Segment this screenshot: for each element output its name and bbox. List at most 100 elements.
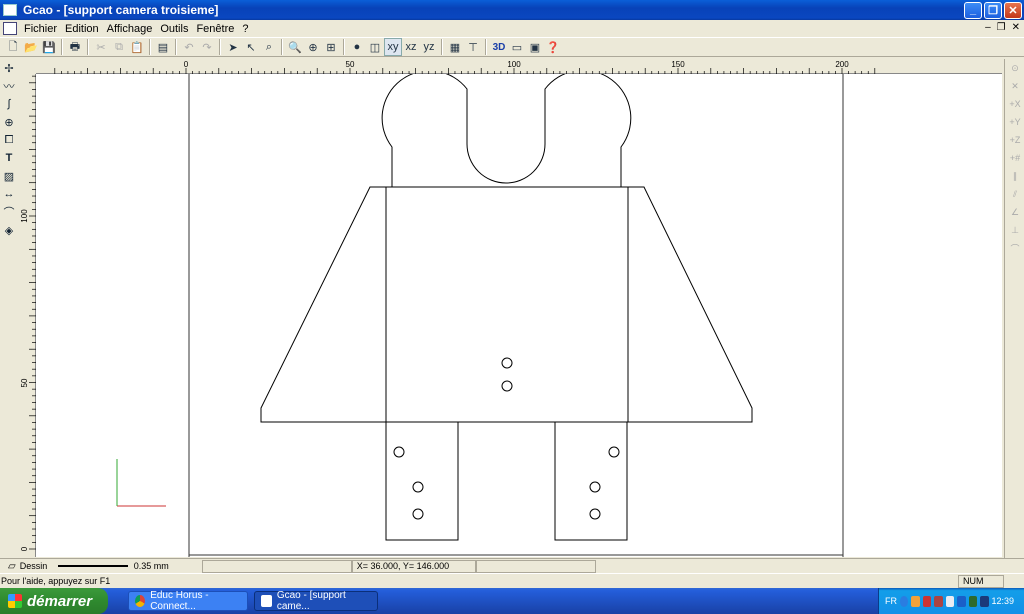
top-lobe-outline[interactable] (381, 69, 632, 187)
select-node-icon[interactable]: ↖ (242, 38, 260, 56)
view-yz-icon[interactable]: yz (420, 38, 438, 56)
speaker-icon[interactable] (968, 595, 978, 607)
vertical-ruler: 100 50 0 (18, 74, 36, 557)
hole-circle[interactable] (412, 481, 424, 493)
layer-name[interactable]: Dessin (20, 561, 52, 571)
fillet-tool-icon[interactable]: ⌒ (0, 203, 18, 221)
menu-fenetre[interactable]: Fenêtre (192, 23, 238, 35)
minimize-button[interactable]: _ (964, 1, 982, 19)
drawing-canvas[interactable] (36, 69, 1002, 557)
right-leg-rect[interactable] (554, 421, 628, 541)
offset-icon[interactable]: ⫽ (1005, 185, 1024, 203)
task-educ-horus[interactable]: Educ Horus - Connect... (128, 590, 248, 612)
language-indicator[interactable]: FR (885, 596, 897, 606)
cut-icon[interactable]: ✂ (92, 38, 110, 56)
polyline-tool-icon[interactable]: 〰 (0, 77, 18, 95)
monitor-icon[interactable] (980, 595, 989, 607)
hatch-tool-icon[interactable]: ▨ (0, 167, 18, 185)
zoom-fit-icon[interactable]: ⊞ (322, 38, 340, 56)
wireframe-cube-icon[interactable]: ◫ (366, 38, 384, 56)
snap-point-icon[interactable]: ⊙ (1005, 59, 1024, 77)
antivirus-icon[interactable] (922, 595, 932, 607)
hole-circle[interactable] (393, 446, 405, 458)
copy-icon[interactable]: ⧉ (110, 38, 128, 56)
menu-outils[interactable]: Outils (156, 23, 192, 35)
trapezoid-outline[interactable] (260, 186, 753, 423)
mode-3d-button[interactable]: 3D (490, 38, 508, 56)
start-button[interactable]: démarrer (0, 588, 108, 614)
view-3d-icon[interactable]: ▣ (526, 38, 544, 56)
view-xz-icon[interactable]: xz (402, 38, 420, 56)
network-icon[interactable] (945, 595, 955, 607)
toolbar-separator (175, 39, 177, 55)
properties-icon[interactable]: ▤ (154, 38, 172, 56)
move-z-icon[interactable]: +Z (1005, 131, 1024, 149)
close-button[interactable]: ✕ (1004, 1, 1022, 19)
open-folder-icon[interactable]: 📂 (22, 38, 40, 56)
grid-icon[interactable]: ▦ (446, 38, 464, 56)
hole-circle[interactable] (608, 446, 620, 458)
dimension-tool-icon[interactable]: ↔ (0, 185, 18, 203)
snap-intersect-icon[interactable]: ✕ (1005, 77, 1024, 95)
eraser-tool-icon[interactable]: ◈ (0, 221, 18, 239)
undo-icon[interactable]: ↶ (180, 38, 198, 56)
menu-edition[interactable]: Edition (61, 23, 103, 35)
camera-support-part[interactable] (260, 69, 753, 541)
save-icon[interactable]: 💾 (40, 38, 58, 56)
security-icon[interactable] (934, 595, 943, 607)
menu-help[interactable]: ? (238, 23, 252, 35)
parallel-icon[interactable]: ∥ (1005, 167, 1024, 185)
horizontal-ruler: 0 50 100 150 200 (36, 59, 1002, 74)
snap-icon[interactable]: ⊤ (464, 38, 482, 56)
toolbar-separator (149, 39, 151, 55)
toolbar-separator (441, 39, 443, 55)
layer-icon[interactable]: ▱ (8, 561, 16, 572)
layers-icon[interactable]: ▭ (508, 38, 526, 56)
circle-tool-icon[interactable]: ⊕ (0, 113, 18, 131)
zoom-window-icon[interactable]: ⌕ (260, 38, 278, 56)
hole-circle[interactable] (589, 508, 601, 520)
left-leg-rect[interactable] (385, 421, 459, 541)
zoom-in-icon[interactable]: ⊕ (304, 38, 322, 56)
new-file-icon[interactable]: 🗋 (4, 38, 22, 56)
hole-circle[interactable] (589, 481, 601, 493)
mdi-restore-icon[interactable]: ❐ (997, 22, 1006, 33)
rectangle-tool-icon[interactable]: ⧠ (0, 131, 18, 149)
hole-circle[interactable] (501, 357, 513, 369)
bluetooth-icon[interactable] (957, 595, 966, 607)
menu-fichier[interactable]: Fichier (20, 23, 61, 35)
select-arrow-icon[interactable]: ➤ (224, 38, 242, 56)
point-tool-icon[interactable]: ✢ (0, 59, 18, 77)
shield-icon[interactable] (911, 595, 920, 607)
angle-icon[interactable]: ∠ (1005, 203, 1024, 221)
mdi-close-icon[interactable]: ✕ (1012, 22, 1020, 33)
line-width-value[interactable]: 0.35 mm (134, 561, 194, 571)
central-body-rect[interactable] (385, 186, 629, 423)
move-x-icon[interactable]: +X (1005, 95, 1024, 113)
hole-circle[interactable] (501, 380, 513, 392)
redo-icon[interactable]: ↷ (198, 38, 216, 56)
mdi-minimize-icon[interactable]: – (985, 22, 991, 33)
context-help-icon[interactable]: ❓ (544, 38, 562, 56)
document-icon[interactable] (3, 22, 17, 35)
text-tool-icon[interactable]: T (0, 149, 18, 167)
zoom-page-icon[interactable]: 🔍 (286, 38, 304, 56)
drawing-svg (116, 69, 844, 557)
clock[interactable]: 12:39 (992, 596, 1015, 606)
curve-tool-icon[interactable]: ∫ (0, 95, 18, 113)
hole-circle[interactable] (412, 508, 424, 520)
view-xy-icon[interactable]: xy (384, 38, 402, 56)
numeric-input-icon[interactable]: +# (1005, 149, 1024, 167)
paste-icon[interactable]: 📋 (128, 38, 146, 56)
tangent-icon[interactable]: ⌒ (1005, 239, 1024, 257)
render-sphere-icon[interactable]: ● (348, 38, 366, 56)
back-arrow-icon[interactable] (900, 595, 909, 607)
perpendicular-icon[interactable]: ⊥ (1005, 221, 1024, 239)
print-icon[interactable]: 🖶 (66, 38, 84, 56)
move-y-icon[interactable]: +Y (1005, 113, 1024, 131)
toolbar-separator (219, 39, 221, 55)
maximize-button[interactable]: ❐ (984, 1, 1002, 19)
task-gcao[interactable]: Gcao - [support came... (254, 590, 378, 612)
menu-affichage[interactable]: Affichage (103, 23, 157, 35)
help-text: Pour l'aide, appuyez sur F1 (1, 576, 111, 586)
